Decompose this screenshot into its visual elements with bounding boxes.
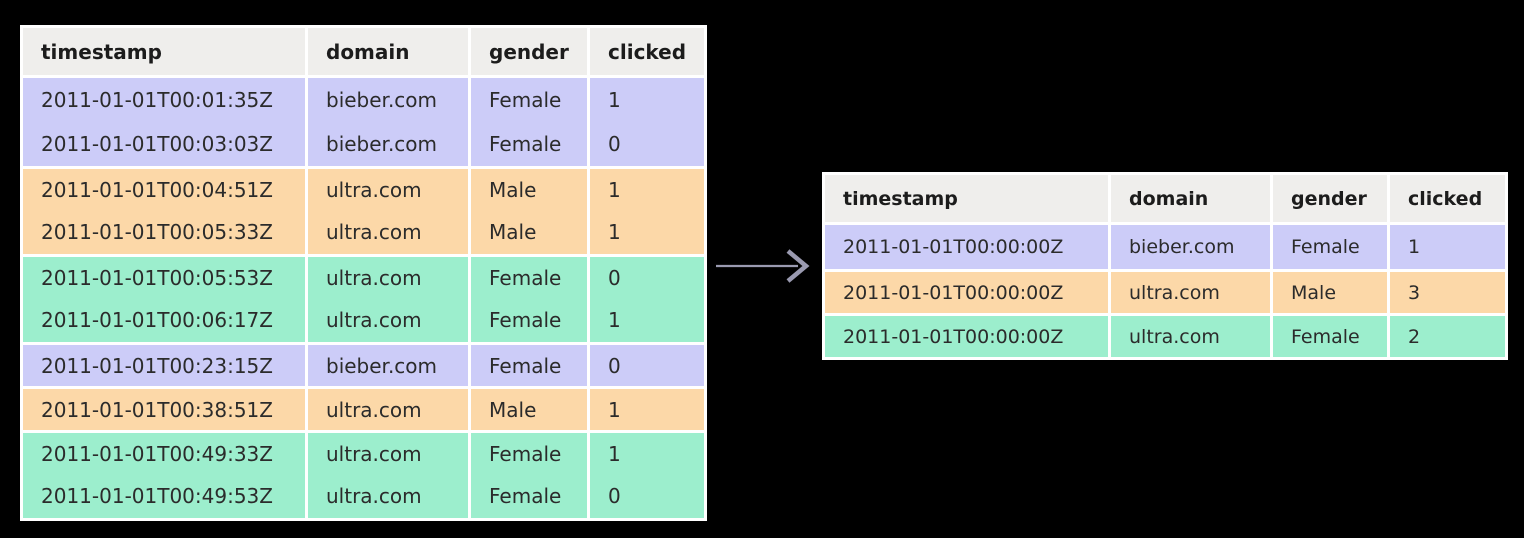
cell-timestamp: 2011-01-01T00:00:00Z xyxy=(825,269,1111,313)
cell-timestamp: 2011-01-01T00:01:35Z xyxy=(23,78,308,122)
cell-domain: ultra.com xyxy=(1111,269,1273,313)
table-header-row: timestamp domain gender clicked xyxy=(825,175,1505,225)
cell-timestamp: 2011-01-01T00:00:00Z xyxy=(825,313,1111,357)
cell-domain: ultra.com xyxy=(308,166,471,210)
cell-timestamp: 2011-01-01T00:05:53Z xyxy=(23,254,308,298)
cell-domain: bieber.com xyxy=(308,342,471,386)
cell-domain: ultra.com xyxy=(308,210,471,254)
table-row: 2011-01-01T00:38:51Z ultra.com Male 1 xyxy=(23,386,704,430)
cell-domain: bieber.com xyxy=(1111,225,1273,269)
cell-domain: ultra.com xyxy=(308,386,471,430)
table-row: 2011-01-01T00:03:03Z bieber.com Female 0 xyxy=(23,122,704,166)
table-row: 2011-01-01T00:49:53Z ultra.com Female 0 xyxy=(23,474,704,518)
cell-gender: Female xyxy=(1273,225,1390,269)
cell-timestamp: 2011-01-01T00:23:15Z xyxy=(23,342,308,386)
cell-gender: Female xyxy=(471,78,590,122)
table-row: 2011-01-01T00:00:00Z bieber.com Female 1 xyxy=(825,225,1505,269)
table-row: 2011-01-01T00:01:35Z bieber.com Female 1 xyxy=(23,78,704,122)
cell-clicked: 0 xyxy=(590,342,704,386)
cell-timestamp: 2011-01-01T00:04:51Z xyxy=(23,166,308,210)
cell-clicked: 1 xyxy=(590,210,704,254)
cell-timestamp: 2011-01-01T00:38:51Z xyxy=(23,386,308,430)
cell-timestamp: 2011-01-01T00:49:53Z xyxy=(23,474,308,518)
cell-clicked: 0 xyxy=(590,474,704,518)
cell-domain: ultra.com xyxy=(1111,313,1273,357)
table-header-row: timestamp domain gender clicked xyxy=(23,28,704,78)
cell-gender: Female xyxy=(1273,313,1390,357)
cell-domain: ultra.com xyxy=(308,474,471,518)
cell-gender: Female xyxy=(471,474,590,518)
column-header-clicked: clicked xyxy=(590,28,704,78)
cell-clicked: 1 xyxy=(590,386,704,430)
cell-domain: ultra.com xyxy=(308,254,471,298)
column-header-domain: domain xyxy=(1111,175,1273,225)
table-row: 2011-01-01T00:05:33Z ultra.com Male 1 xyxy=(23,210,704,254)
arrow-right-icon xyxy=(716,249,810,283)
cell-clicked: 0 xyxy=(590,254,704,298)
cell-gender: Female xyxy=(471,342,590,386)
cell-clicked: 1 xyxy=(590,166,704,210)
cell-gender: Female xyxy=(471,430,590,474)
cell-gender: Male xyxy=(471,386,590,430)
aggregate-table-body: 2011-01-01T00:00:00Z bieber.com Female 1 201… xyxy=(825,225,1505,357)
detail-table: timestamp domain gender clicked 2011-01-… xyxy=(20,25,707,521)
cell-domain: ultra.com xyxy=(308,430,471,474)
cell-timestamp: 2011-01-01T00:49:33Z xyxy=(23,430,308,474)
cell-gender: Female xyxy=(471,122,590,166)
column-header-timestamp: timestamp xyxy=(825,175,1111,225)
cell-gender: Female xyxy=(471,298,590,342)
cell-clicked: 1 xyxy=(1390,225,1505,269)
column-header-gender: gender xyxy=(1273,175,1390,225)
cell-gender: Female xyxy=(471,254,590,298)
cell-timestamp: 2011-01-01T00:05:33Z xyxy=(23,210,308,254)
cell-gender: Male xyxy=(471,210,590,254)
table-row: 2011-01-01T00:49:33Z ultra.com Female 1 xyxy=(23,430,704,474)
cell-clicked: 1 xyxy=(590,430,704,474)
column-header-clicked: clicked xyxy=(1390,175,1505,225)
cell-gender: Male xyxy=(1273,269,1390,313)
cell-clicked: 1 xyxy=(590,298,704,342)
cell-domain: bieber.com xyxy=(308,122,471,166)
detail-table-header: timestamp domain gender clicked xyxy=(23,28,704,78)
cell-timestamp: 2011-01-01T00:03:03Z xyxy=(23,122,308,166)
column-header-gender: gender xyxy=(471,28,590,78)
diagram-canvas: timestamp domain gender clicked 2011-01-… xyxy=(0,0,1524,538)
table-row: 2011-01-01T00:04:51Z ultra.com Male 1 xyxy=(23,166,704,210)
column-header-timestamp: timestamp xyxy=(23,28,308,78)
table-row: 2011-01-01T00:00:00Z ultra.com Female 2 xyxy=(825,313,1505,357)
cell-clicked: 3 xyxy=(1390,269,1505,313)
column-header-domain: domain xyxy=(308,28,471,78)
table-row: 2011-01-01T00:23:15Z bieber.com Female 0 xyxy=(23,342,704,386)
cell-clicked: 1 xyxy=(590,78,704,122)
aggregate-table: timestamp domain gender clicked 2011-01-… xyxy=(822,172,1508,360)
aggregate-table-header: timestamp domain gender clicked xyxy=(825,175,1505,225)
table-row: 2011-01-01T00:05:53Z ultra.com Female 0 xyxy=(23,254,704,298)
cell-domain: ultra.com xyxy=(308,298,471,342)
cell-timestamp: 2011-01-01T00:00:00Z xyxy=(825,225,1111,269)
cell-domain: bieber.com xyxy=(308,78,471,122)
cell-clicked: 2 xyxy=(1390,313,1505,357)
detail-table-body: 2011-01-01T00:01:35Z bieber.com Female 1 201… xyxy=(23,78,704,518)
table-row: 2011-01-01T00:06:17Z ultra.com Female 1 xyxy=(23,298,704,342)
table-row: 2011-01-01T00:00:00Z ultra.com Male 3 xyxy=(825,269,1505,313)
cell-timestamp: 2011-01-01T00:06:17Z xyxy=(23,298,308,342)
cell-clicked: 0 xyxy=(590,122,704,166)
cell-gender: Male xyxy=(471,166,590,210)
